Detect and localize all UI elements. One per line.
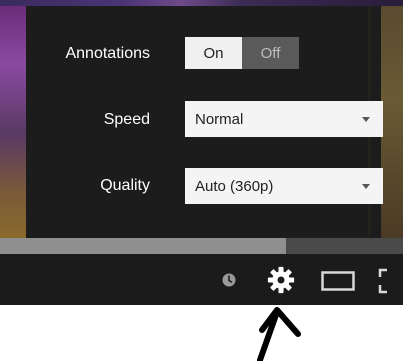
- annotations-on-option[interactable]: On: [185, 37, 242, 69]
- speed-select[interactable]: Normal: [185, 101, 383, 137]
- settings-menu: Annotations On Off Speed Normal Quality …: [26, 6, 383, 238]
- chevron-down-icon: [362, 117, 370, 122]
- speed-select-value: Normal: [195, 110, 244, 128]
- annotations-toggle[interactable]: On Off: [185, 37, 299, 69]
- pointer-arrow-icon: [257, 307, 301, 361]
- fullscreen-icon[interactable]: [378, 268, 403, 294]
- annotations-off-option[interactable]: Off: [242, 37, 299, 69]
- speed-label: Speed: [103, 111, 150, 128]
- video-background-left: [0, 6, 26, 238]
- quality-select[interactable]: Auto (360p): [185, 168, 383, 204]
- progress-bar[interactable]: [0, 238, 403, 254]
- progress-bar-fill: [0, 238, 287, 254]
- annotations-label: Annotations: [65, 45, 150, 62]
- video-frame[interactable]: Annotations On Off Speed Normal Quality …: [0, 0, 403, 305]
- chevron-down-icon: [362, 184, 370, 189]
- watch-later-icon[interactable]: [221, 272, 237, 288]
- player-controls: [0, 254, 403, 305]
- theater-mode-icon[interactable]: [321, 271, 355, 291]
- quality-label: Quality: [100, 177, 150, 194]
- video-background-right: [381, 6, 403, 238]
- gear-icon[interactable]: [266, 265, 296, 295]
- quality-select-value: Auto (360p): [195, 177, 274, 195]
